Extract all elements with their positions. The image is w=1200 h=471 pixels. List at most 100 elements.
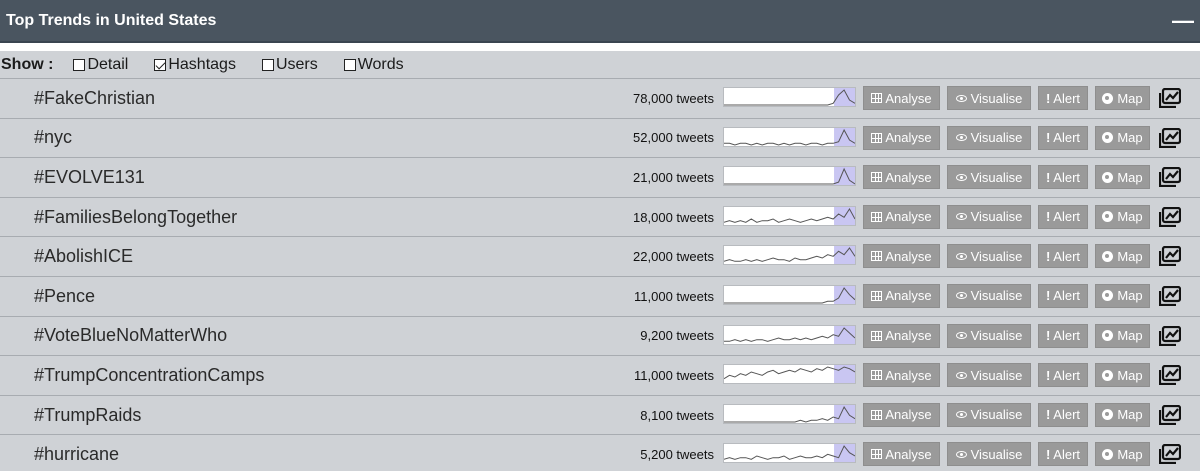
table-icon: [871, 93, 883, 103]
chart-image-icon[interactable]: [1158, 285, 1182, 307]
users-checkbox[interactable]: [261, 58, 274, 71]
trend-hashtag-link[interactable]: #TrumpRaids: [34, 405, 141, 426]
alert-button[interactable]: ! Alert: [1038, 283, 1088, 308]
alert-label: Alert: [1053, 169, 1081, 185]
tweet-count: 11,000 tweets: [634, 367, 714, 383]
analyse-button[interactable]: Analyse: [863, 125, 940, 150]
map-button[interactable]: Map: [1095, 402, 1150, 427]
visualise-button[interactable]: Visualise: [947, 323, 1031, 348]
visualise-button[interactable]: Visualise: [947, 244, 1031, 269]
visualise-button[interactable]: Visualise: [947, 402, 1031, 427]
globe-icon: [1102, 211, 1114, 223]
analyse-button[interactable]: Analyse: [863, 323, 940, 348]
analyse-button[interactable]: Analyse: [863, 86, 940, 110]
alert-label: Alert: [1053, 367, 1081, 383]
chart-image-icon[interactable]: [1158, 444, 1182, 465]
minimize-button[interactable]: —: [1166, 9, 1200, 32]
table-icon: [871, 251, 883, 262]
detail-checkbox[interactable]: [73, 58, 86, 71]
visualise-label: Visualise: [970, 209, 1023, 225]
alert-button[interactable]: ! Alert: [1038, 402, 1088, 427]
alert-button[interactable]: ! Alert: [1038, 86, 1088, 110]
exclamation-icon: !: [1045, 288, 1051, 304]
alert-button[interactable]: ! Alert: [1038, 165, 1088, 190]
analyse-button[interactable]: Analyse: [863, 402, 940, 427]
chart-image-icon[interactable]: [1158, 167, 1182, 188]
alert-button[interactable]: ! Alert: [1038, 323, 1088, 348]
trend-row: #AbolishICE 22,000 tweets Analyse Visual…: [0, 237, 1200, 277]
trend-hashtag-link[interactable]: #FakeChristian: [34, 88, 155, 109]
table-icon: [871, 409, 883, 420]
map-button[interactable]: Map: [1095, 244, 1150, 269]
visualise-button[interactable]: Visualise: [947, 204, 1031, 229]
alert-label: Alert: [1053, 130, 1081, 146]
analyse-button[interactable]: Analyse: [863, 244, 940, 269]
visualise-button[interactable]: Visualise: [947, 86, 1031, 110]
trend-hashtag-link[interactable]: #TrumpConcentrationCamps: [34, 365, 264, 386]
show-option-detail[interactable]: Detail: [73, 56, 128, 74]
visualise-label: Visualise: [970, 407, 1023, 423]
visualise-label: Visualise: [970, 446, 1023, 462]
analyse-button[interactable]: Analyse: [863, 283, 940, 308]
chart-image-icon[interactable]: [1158, 404, 1182, 425]
alert-button[interactable]: ! Alert: [1038, 363, 1088, 388]
show-option-label: Users: [275, 55, 318, 73]
map-label: Map: [1117, 90, 1143, 106]
map-button[interactable]: Map: [1095, 363, 1150, 388]
visualise-button[interactable]: Visualise: [947, 363, 1031, 388]
chart-image-icon[interactable]: [1158, 365, 1182, 386]
show-option-label: Words: [357, 55, 404, 73]
words-checkbox[interactable]: [343, 58, 356, 71]
alert-button[interactable]: ! Alert: [1038, 125, 1088, 150]
visualise-button[interactable]: Visualise: [947, 165, 1031, 190]
sparkline-svg: [724, 325, 855, 344]
trend-hashtag-link[interactable]: #AbolishICE: [34, 246, 133, 267]
trend-row: #nyc 52,000 tweets Analyse Visualise ! A…: [0, 118, 1200, 159]
table-icon: [871, 330, 883, 341]
visualise-button[interactable]: Visualise: [947, 125, 1031, 150]
show-option-users[interactable]: Users: [261, 55, 318, 74]
show-option-words[interactable]: Words: [343, 55, 404, 74]
alert-button[interactable]: ! Alert: [1038, 442, 1088, 467]
chart-image-icon[interactable]: [1158, 87, 1182, 109]
trend-list: #FakeChristian 78,000 tweets Analyse Vis…: [0, 79, 1200, 471]
map-button[interactable]: Map: [1095, 283, 1150, 308]
map-button[interactable]: Map: [1095, 442, 1150, 467]
map-button[interactable]: Map: [1095, 204, 1150, 229]
analyse-button[interactable]: Analyse: [863, 363, 940, 388]
chart-image-icon[interactable]: [1158, 127, 1182, 148]
eye-icon: [955, 173, 967, 181]
globe-icon: [1102, 369, 1114, 381]
show-option-hashtags[interactable]: Hashtags: [154, 56, 236, 74]
chart-image-icon[interactable]: [1158, 206, 1182, 227]
visualise-button[interactable]: Visualise: [947, 283, 1031, 308]
hashtags-checkbox[interactable]: [154, 58, 167, 71]
analyse-label: Analyse: [885, 130, 932, 146]
map-button[interactable]: Map: [1095, 165, 1150, 190]
trend-sparkline: [723, 126, 856, 147]
analyse-button[interactable]: Analyse: [863, 204, 940, 229]
eye-icon: [955, 252, 967, 260]
sparkline-svg: [724, 285, 855, 304]
map-button[interactable]: Map: [1095, 323, 1150, 348]
chart-image-icon[interactable]: [1158, 325, 1182, 346]
trend-hashtag-link[interactable]: #hurricane: [34, 444, 119, 465]
alert-button[interactable]: ! Alert: [1038, 204, 1088, 229]
map-button[interactable]: Map: [1095, 125, 1150, 150]
trend-hashtag-link[interactable]: #Pence: [34, 286, 95, 307]
analyse-button[interactable]: Analyse: [863, 165, 940, 190]
trend-hashtag-link[interactable]: #nyc: [34, 127, 72, 148]
alert-label: Alert: [1053, 328, 1081, 344]
trend-hashtag-link[interactable]: #EVOLVE131: [34, 167, 145, 188]
visualise-button[interactable]: Visualise: [947, 442, 1031, 467]
alert-button[interactable]: ! Alert: [1038, 244, 1088, 269]
tweet-count: 9,200 tweets: [640, 328, 714, 344]
analyse-label: Analyse: [885, 248, 932, 264]
chart-image-icon[interactable]: [1158, 246, 1182, 267]
show-option-label: Detail: [87, 55, 129, 73]
analyse-button[interactable]: Analyse: [863, 442, 940, 467]
map-button[interactable]: Map: [1095, 86, 1150, 110]
trend-hashtag-link[interactable]: #VoteBlueNoMatterWho: [34, 325, 227, 346]
trend-hashtag-link[interactable]: #FamiliesBelongTogether: [34, 207, 237, 228]
exclamation-icon: !: [1045, 446, 1051, 462]
